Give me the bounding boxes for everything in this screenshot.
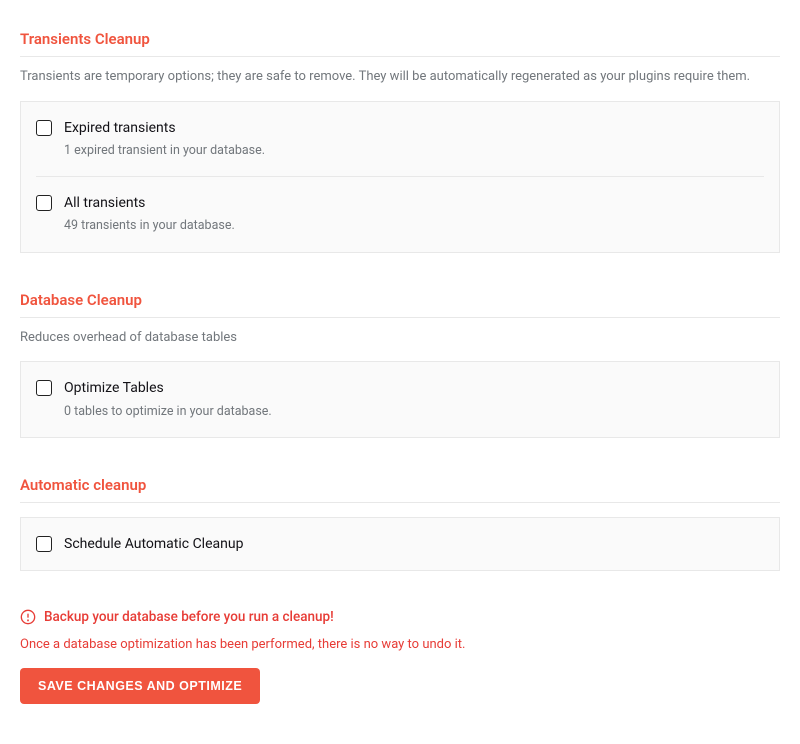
options-panel: Optimize Tables 0 tables to optimize in … bbox=[20, 361, 780, 438]
option-label: Expired transients bbox=[64, 119, 764, 137]
checkbox[interactable] bbox=[36, 120, 52, 136]
warning-line: Backup your database before you run a cl… bbox=[20, 609, 780, 625]
section-database-cleanup: Database Cleanup Reduces overhead of dat… bbox=[20, 291, 780, 438]
option-text: All transients 49 transients in your dat… bbox=[64, 194, 764, 235]
section-heading: Transients Cleanup bbox=[20, 30, 780, 57]
option-all-transients[interactable]: All transients 49 transients in your dat… bbox=[36, 176, 764, 252]
option-text: Optimize Tables 0 tables to optimize in … bbox=[64, 379, 764, 420]
options-panel: Schedule Automatic Cleanup bbox=[20, 517, 780, 571]
warning-block: Backup your database before you run a cl… bbox=[20, 609, 780, 652]
warning-heading: Backup your database before you run a cl… bbox=[44, 609, 334, 625]
option-label: Optimize Tables bbox=[64, 379, 764, 397]
option-sublabel: 1 expired transient in your database. bbox=[64, 142, 764, 160]
option-sublabel: 0 tables to optimize in your database. bbox=[64, 403, 764, 421]
section-description: Transients are temporary options; they a… bbox=[20, 57, 780, 101]
section-description: Reduces overhead of database tables bbox=[20, 318, 780, 362]
checkbox[interactable] bbox=[36, 380, 52, 396]
section-heading: Automatic cleanup bbox=[20, 476, 780, 503]
option-schedule-automatic-cleanup[interactable]: Schedule Automatic Cleanup bbox=[36, 518, 764, 570]
option-label: All transients bbox=[64, 194, 764, 212]
save-and-optimize-button[interactable]: Save Changes and Optimize bbox=[20, 668, 260, 704]
section-transients-cleanup: Transients Cleanup Transients are tempor… bbox=[20, 30, 780, 253]
option-label: Schedule Automatic Cleanup bbox=[64, 535, 764, 553]
warning-subtext: Once a database optimization has been pe… bbox=[20, 637, 780, 652]
option-sublabel: 49 transients in your database. bbox=[64, 217, 764, 235]
option-optimize-tables[interactable]: Optimize Tables 0 tables to optimize in … bbox=[36, 362, 764, 437]
options-panel: Expired transients 1 expired transient i… bbox=[20, 101, 780, 253]
alert-circle-icon bbox=[20, 609, 36, 625]
section-automatic-cleanup: Automatic cleanup Schedule Automatic Cle… bbox=[20, 476, 780, 571]
option-text: Schedule Automatic Cleanup bbox=[64, 535, 764, 553]
checkbox[interactable] bbox=[36, 536, 52, 552]
option-expired-transients[interactable]: Expired transients 1 expired transient i… bbox=[36, 102, 764, 177]
checkbox[interactable] bbox=[36, 195, 52, 211]
option-text: Expired transients 1 expired transient i… bbox=[64, 119, 764, 160]
section-heading: Database Cleanup bbox=[20, 291, 780, 318]
